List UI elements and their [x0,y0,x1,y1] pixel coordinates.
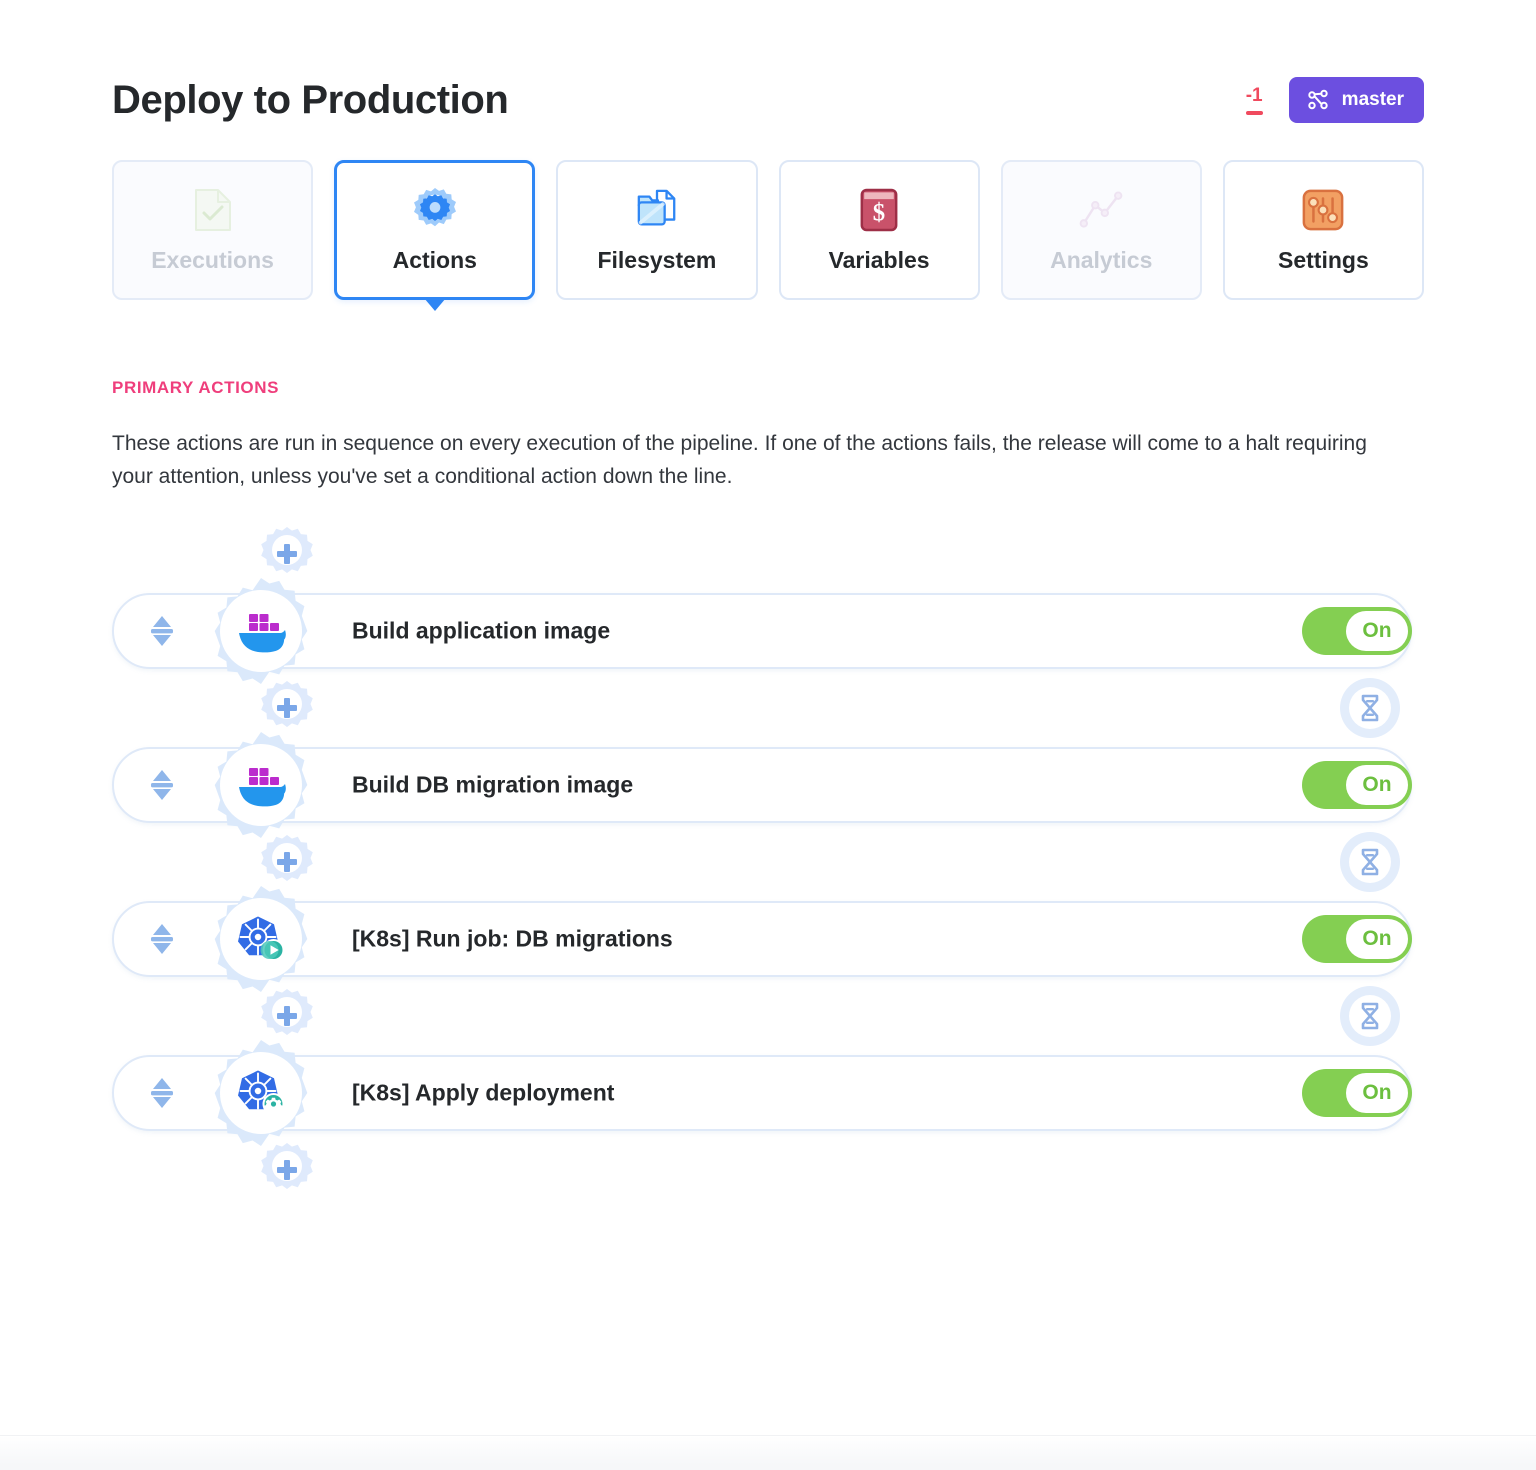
action-toggle[interactable]: On [1302,1069,1412,1118]
action-label: Build application image [352,617,611,644]
action-label: [K8s] Run job: DB migrations [352,925,673,952]
add-action-gear-icon[interactable] [258,987,316,1045]
folder-file-icon [634,187,680,233]
gear-icon [412,187,458,233]
plus-glyph [277,852,297,873]
git-branch-icon [1306,88,1330,112]
tab-settings[interactable]: Settings [1222,160,1424,300]
action-label: Build DB migration image [352,771,634,798]
delta-value: -1 [1245,84,1263,106]
docker-icon [235,605,287,657]
kubernetes-run-icon [235,913,287,965]
add-action-gear-icon[interactable] [258,525,316,583]
kubernetes-config-icon [235,1067,287,1119]
reorder-handle-icon[interactable] [145,611,179,651]
tab-label: Actions [392,246,477,273]
section-description: These actions are run in sequence on eve… [112,432,1367,488]
plus-glyph [277,698,297,719]
pipeline-connector [112,1131,1424,1209]
document-check-icon [190,187,236,233]
svg-text:$: $ [873,199,885,226]
tab-variables[interactable]: $ Variables [778,160,980,300]
hourglass-icon [1349,995,1391,1038]
actions-pipeline: Build application image On Build DB migr… [112,515,1424,1209]
branch-name: master [1341,89,1404,110]
tab-label: Variables [828,246,930,273]
page-header: Deploy to Production -1 master [112,0,1424,123]
pipeline-page: Deploy to Production -1 master Execution… [0,0,1536,1470]
tab-analytics[interactable]: Analytics [1000,160,1202,300]
wait-condition-button[interactable] [1340,832,1400,893]
action-row: Build application image On [112,578,1424,685]
hourglass-icon [1349,841,1391,884]
delta-badge: -1 [1245,84,1263,115]
page-bottom-fade [0,1435,1536,1470]
tab-label: Analytics [1050,246,1153,273]
header-actions: -1 master [1245,77,1424,123]
action-label: [K8s] Apply deployment [352,1079,615,1106]
reorder-handle-icon[interactable] [145,765,179,805]
add-action-gear-icon[interactable] [258,1141,316,1199]
line-chart-icon [1078,187,1124,233]
action-row: Build DB migration image On [112,732,1424,839]
section-title: PRIMARY ACTIONS [112,378,280,397]
toggle-state-label: On [1346,765,1408,806]
action-toggle[interactable]: On [1302,915,1412,964]
add-action-gear-icon[interactable] [258,679,316,737]
sliders-icon [1300,187,1346,233]
page-title: Deploy to Production [112,78,509,122]
tab-label: Settings [1278,246,1369,273]
action-row: [K8s] Apply deployment On [112,1040,1424,1147]
tab-executions[interactable]: Executions [112,160,314,300]
tab-bar: Executions Actions Filesystem $ Variable… [112,160,1424,300]
dollar-book-icon: $ [856,187,902,233]
hourglass-icon [1349,687,1391,730]
tab-actions[interactable]: Actions [334,160,536,300]
docker-icon [235,759,287,811]
toggle-state-label: On [1346,611,1408,652]
branch-badge[interactable]: master [1288,77,1424,123]
add-action-gear-icon[interactable] [258,833,316,891]
wait-condition-button[interactable] [1340,986,1400,1047]
reorder-handle-icon[interactable] [145,1073,179,1113]
plus-glyph [277,1006,297,1027]
toggle-state-label: On [1346,1073,1408,1114]
action-toggle[interactable]: On [1302,607,1412,656]
action-toggle[interactable]: On [1302,761,1412,810]
tab-filesystem[interactable]: Filesystem [556,160,758,300]
plus-glyph [277,544,297,565]
plus-glyph [277,1160,297,1181]
toggle-state-label: On [1346,919,1408,960]
delta-underline [1245,110,1263,115]
tab-label: Executions [151,246,274,273]
wait-condition-button[interactable] [1340,678,1400,739]
reorder-handle-icon[interactable] [145,919,179,959]
tab-label: Filesystem [597,246,717,273]
action-row: [K8s] Run job: DB migrations On [112,886,1424,993]
